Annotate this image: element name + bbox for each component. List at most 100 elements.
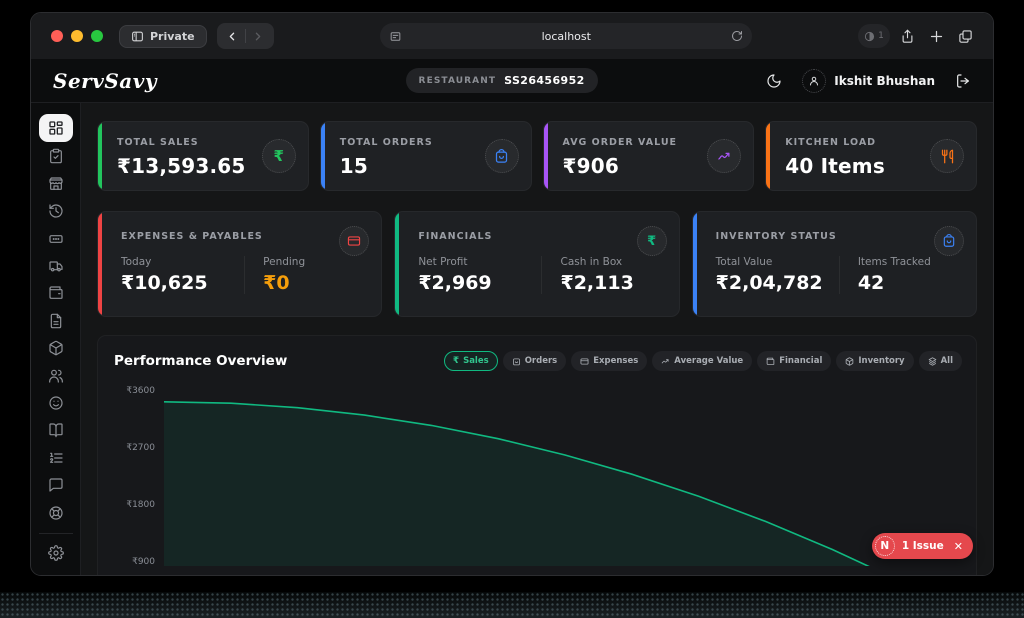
contrast-icon	[864, 31, 875, 42]
sidebar-item-documents[interactable]	[39, 308, 73, 334]
messages-icon	[48, 477, 64, 493]
restaurant-label: RESTAURANT	[419, 76, 497, 86]
tabs-overview-button[interactable]	[958, 29, 973, 44]
tab-inventory[interactable]: Inventory	[836, 351, 913, 371]
sidebar-item-wallet[interactable]	[39, 280, 73, 306]
close-window-button[interactable]	[51, 30, 63, 42]
accent-bar	[544, 122, 548, 190]
shopping-bag-icon	[512, 357, 521, 366]
y-axis: ₹3600₹2700₹1800₹900	[114, 380, 164, 566]
panel-financials: FINANCIALS ₹ Net Profit ₹2,969 Cash in B…	[394, 211, 679, 317]
forward-button[interactable]	[246, 25, 270, 47]
package-icon	[845, 357, 854, 366]
pos-terminal-icon	[48, 231, 64, 247]
zoom-window-button[interactable]	[91, 30, 103, 42]
rupee-icon: ₹	[453, 356, 459, 366]
sidebar-item-support[interactable]	[39, 499, 73, 525]
back-button[interactable]	[221, 25, 245, 47]
metric-net-profit: Net Profit ₹2,969	[418, 256, 541, 294]
restaurant-id: SS26456952	[504, 74, 585, 87]
stat-card-total-orders: TOTAL ORDERS 15	[320, 121, 532, 191]
sidebar-item-lists[interactable]	[39, 445, 73, 471]
tab-expenses[interactable]: Expenses	[571, 351, 647, 371]
wallet-icon	[766, 357, 775, 366]
url-text: localhost	[402, 30, 731, 43]
sidebar-item-delivery[interactable]	[39, 253, 73, 279]
minimize-window-button[interactable]	[71, 30, 83, 42]
restaurant-badge: RESTAURANT SS26456952	[406, 68, 598, 93]
nav-buttons	[217, 23, 274, 49]
wallet-icon	[48, 285, 64, 301]
store-icon	[48, 176, 64, 192]
logout-button[interactable]	[955, 73, 971, 89]
accent-bar	[766, 122, 770, 190]
stat-card-total-sales: TOTAL SALES ₹13,593.65 ₹	[97, 121, 309, 191]
sidebar-item-pos[interactable]	[39, 225, 73, 251]
share-icon	[900, 29, 915, 44]
metric-items-tracked: Items Tracked 42	[839, 256, 962, 294]
issue-close-button[interactable]: ✕	[951, 540, 966, 553]
layers-icon	[928, 357, 937, 366]
y-axis-tick: ₹1800	[126, 500, 155, 510]
sidebar-item-orders[interactable]	[39, 143, 73, 169]
avatar	[802, 69, 826, 93]
sidebar-item-store[interactable]	[39, 171, 73, 197]
rupee-icon: ₹	[262, 139, 296, 173]
stat-card-avg-order-value: AVG ORDER VALUE ₹906	[543, 121, 755, 191]
performance-header: Performance Overview ₹Sales Orders Expen…	[114, 351, 966, 371]
nextjs-icon: N	[875, 536, 895, 556]
performance-chart: ₹3600₹2700₹1800₹900	[114, 380, 966, 566]
y-axis-tick: ₹2700	[126, 443, 155, 453]
numbered-list-icon	[48, 450, 64, 466]
chevron-left-icon	[226, 30, 239, 43]
reload-icon[interactable]	[731, 30, 743, 42]
credit-card-icon	[339, 226, 369, 256]
app-body: TOTAL SALES ₹13,593.65 ₹ TOTAL ORDERS 15…	[31, 103, 993, 575]
extension-badge[interactable]: 1	[858, 24, 890, 48]
address-bar-area: localhost	[284, 23, 848, 49]
tab-sales[interactable]: ₹Sales	[444, 351, 498, 371]
share-button[interactable]	[900, 29, 915, 44]
sidebar-item-dashboard[interactable]	[39, 114, 73, 142]
metric-cash-in-box: Cash in Box ₹2,113	[541, 256, 664, 294]
panel-title: FINANCIALS	[418, 231, 664, 242]
issue-badge[interactable]: N 1 Issue ✕	[872, 533, 973, 559]
sidebar-item-feedback[interactable]	[39, 390, 73, 416]
rupee-icon: ₹	[637, 226, 667, 256]
page-settings-icon	[389, 30, 402, 43]
tab-financial[interactable]: Financial	[757, 351, 831, 371]
moon-icon	[766, 73, 782, 89]
sidebar-item-inventory[interactable]	[39, 335, 73, 361]
divider	[39, 533, 73, 534]
user-menu[interactable]: Ikshit Bhushan	[802, 69, 935, 93]
sidebar-item-messages[interactable]	[39, 472, 73, 498]
browser-title-bar: Private localhost 1	[31, 13, 993, 59]
tab-average-value[interactable]: Average Value	[652, 351, 752, 371]
address-bar[interactable]: localhost	[380, 23, 752, 49]
private-label: Private	[150, 30, 195, 43]
panel-title: EXPENSES & PAYABLES	[121, 231, 367, 242]
app-logo[interactable]: ServSavy	[53, 69, 157, 93]
new-tab-button[interactable]	[929, 29, 944, 44]
tabs-overview-icon	[958, 29, 973, 44]
theme-toggle-button[interactable]	[766, 73, 782, 89]
documents-icon	[48, 313, 64, 329]
feedback-smiley-icon	[48, 395, 64, 411]
sidebar-item-history[interactable]	[39, 198, 73, 224]
chart-area-fill	[164, 402, 966, 566]
inventory-box-icon	[48, 340, 64, 356]
performance-title: Performance Overview	[114, 353, 287, 369]
panel-metrics: Total Value ₹2,04,782 Items Tracked 42	[716, 256, 962, 294]
utensils-icon	[930, 139, 964, 173]
sidebar-item-staff[interactable]	[39, 362, 73, 388]
sidebar	[31, 103, 81, 575]
support-icon	[48, 505, 64, 521]
accent-bar	[98, 122, 102, 190]
sidebar-item-menu-book[interactable]	[39, 417, 73, 443]
tab-all[interactable]: All	[919, 351, 962, 371]
panel-expenses-payables: EXPENSES & PAYABLES Today ₹10,625 Pendin…	[97, 211, 382, 317]
sidebar-item-settings[interactable]	[39, 540, 73, 566]
sidebar-toggle-icon	[131, 30, 144, 43]
private-browsing-badge[interactable]: Private	[119, 25, 207, 48]
tab-orders[interactable]: Orders	[503, 351, 567, 371]
